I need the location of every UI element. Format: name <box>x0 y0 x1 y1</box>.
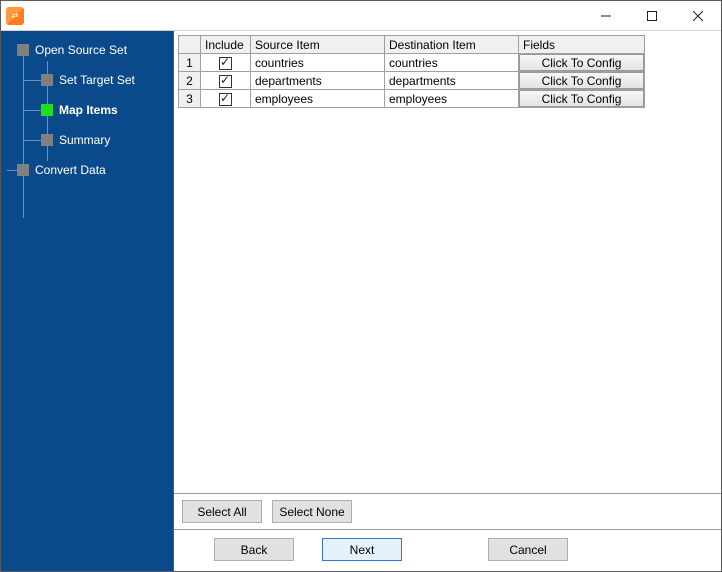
maximize-icon <box>647 11 657 21</box>
main-panel: Include Source Item Destination Item Fie… <box>173 31 721 571</box>
cancel-button[interactable]: Cancel <box>488 538 568 561</box>
wizard-step-convert-data[interactable]: Convert Data <box>17 159 173 181</box>
grid-header-row: Include Source Item Destination Item Fie… <box>179 36 645 54</box>
destination-item-cell[interactable]: employees <box>385 90 519 108</box>
tree-connector <box>23 140 41 141</box>
include-checkbox[interactable] <box>219 57 232 70</box>
wizard-nav-row: Back Next Cancel <box>174 529 721 571</box>
table-row: 3 employees employees Click To Config <box>179 90 645 108</box>
step-label: Set Target Set <box>59 73 135 87</box>
step-marker-icon <box>41 134 53 146</box>
row-number[interactable]: 3 <box>179 90 201 108</box>
select-none-button[interactable]: Select None <box>272 500 352 523</box>
grid-corner <box>179 36 201 54</box>
tree-connector <box>7 170 17 171</box>
col-header-source[interactable]: Source Item <box>251 36 385 54</box>
step-label: Open Source Set <box>35 43 127 57</box>
col-header-include[interactable]: Include <box>201 36 251 54</box>
include-cell <box>201 72 251 90</box>
step-label: Map Items <box>59 103 118 117</box>
minimize-button[interactable] <box>583 1 629 30</box>
col-header-fields[interactable]: Fields <box>519 36 645 54</box>
titlebar: ⇄ <box>1 1 721 31</box>
titlebar-left: ⇄ <box>1 7 24 25</box>
step-marker-icon <box>41 74 53 86</box>
step-marker-icon <box>41 104 53 116</box>
destination-item-cell[interactable]: countries <box>385 54 519 72</box>
source-item-cell[interactable]: departments <box>251 72 385 90</box>
wizard-tree: Open Source Set Set Target Set Map Items <box>17 39 173 181</box>
fields-cell: Click To Config <box>519 54 645 72</box>
include-cell <box>201 54 251 72</box>
minimize-icon <box>601 11 611 21</box>
wizard-step-summary[interactable]: Summary <box>41 129 173 151</box>
close-button[interactable] <box>675 1 721 30</box>
close-icon <box>693 11 703 21</box>
step-marker-icon <box>17 164 29 176</box>
table-row: 1 countries countries Click To Config <box>179 54 645 72</box>
fields-cell: Click To Config <box>519 90 645 108</box>
row-number[interactable]: 2 <box>179 72 201 90</box>
row-number[interactable]: 1 <box>179 54 201 72</box>
wizard-step-set-target-set[interactable]: Set Target Set <box>41 69 173 91</box>
wizard-step-open-source-set[interactable]: Open Source Set <box>17 39 173 61</box>
config-fields-button[interactable]: Click To Config <box>519 72 644 89</box>
window-controls <box>583 1 721 30</box>
wizard-sidebar: Open Source Set Set Target Set Map Items <box>1 31 173 571</box>
include-cell <box>201 90 251 108</box>
step-label: Summary <box>59 133 110 147</box>
tree-connector <box>23 80 41 81</box>
maximize-button[interactable] <box>629 1 675 30</box>
tree-connector <box>23 110 41 111</box>
table-row: 2 departments departments Click To Confi… <box>179 72 645 90</box>
body: Open Source Set Set Target Set Map Items <box>1 31 721 571</box>
col-header-destination[interactable]: Destination Item <box>385 36 519 54</box>
app-icon: ⇄ <box>6 7 24 25</box>
mapping-grid-wrap: Include Source Item Destination Item Fie… <box>174 31 721 493</box>
step-marker-icon <box>17 44 29 56</box>
mapping-grid: Include Source Item Destination Item Fie… <box>178 35 645 108</box>
select-all-button[interactable]: Select All <box>182 500 262 523</box>
source-item-cell[interactable]: employees <box>251 90 385 108</box>
destination-item-cell[interactable]: departments <box>385 72 519 90</box>
spacer <box>430 538 460 561</box>
include-checkbox[interactable] <box>219 93 232 106</box>
config-fields-button[interactable]: Click To Config <box>519 54 644 71</box>
next-button[interactable]: Next <box>322 538 402 561</box>
app-window: ⇄ Open Source Set <box>0 0 722 572</box>
fields-cell: Click To Config <box>519 72 645 90</box>
selection-button-row: Select All Select None <box>174 493 721 529</box>
source-item-cell[interactable]: countries <box>251 54 385 72</box>
include-checkbox[interactable] <box>219 75 232 88</box>
step-label: Convert Data <box>35 163 106 177</box>
config-fields-button[interactable]: Click To Config <box>519 90 644 107</box>
spacer <box>182 538 186 561</box>
wizard-step-map-items[interactable]: Map Items <box>41 99 173 121</box>
tree-connector <box>23 50 24 218</box>
back-button[interactable]: Back <box>214 538 294 561</box>
